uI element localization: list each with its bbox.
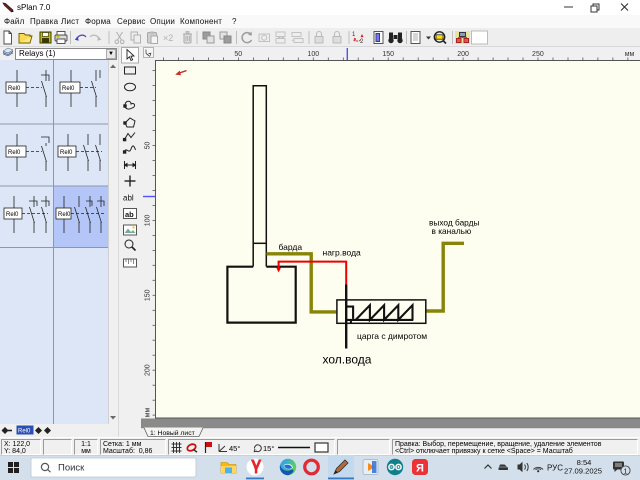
svg-text:Rel0: Rel0 xyxy=(8,150,21,156)
svg-text:1: Новый лист: 1: Новый лист xyxy=(150,429,195,437)
svg-text:250: 250 xyxy=(532,51,544,58)
svg-text:150: 150 xyxy=(382,51,394,58)
svg-text:барда: барда xyxy=(279,242,303,252)
svg-text:abl: abl xyxy=(123,194,134,203)
svg-text:в каналью: в каналью xyxy=(432,226,472,236)
svg-text:Я: Я xyxy=(416,463,424,475)
svg-text:×2: ×2 xyxy=(163,33,173,43)
svg-text:1: 1 xyxy=(623,466,627,475)
svg-text:ab: ab xyxy=(125,210,134,219)
svg-text:мм: мм xyxy=(145,408,152,418)
svg-text:50: 50 xyxy=(145,142,152,150)
svg-text:РУС: РУС xyxy=(547,463,563,472)
svg-text:200: 200 xyxy=(145,364,152,376)
svg-text:Rel0: Rel0 xyxy=(58,212,71,218)
svg-text:Rel0: Rel0 xyxy=(6,212,19,218)
svg-text:100: 100 xyxy=(307,51,319,58)
svg-text:Rel0: Rel0 xyxy=(60,150,73,156)
svg-text:150: 150 xyxy=(145,289,152,301)
svg-text:Rel0: Rel0 xyxy=(18,429,31,435)
svg-text:нагр.вода: нагр.вода xyxy=(323,247,362,257)
svg-text:Поиск: Поиск xyxy=(58,463,85,474)
svg-text:45°: 45° xyxy=(229,444,240,453)
svg-text:50: 50 xyxy=(234,51,242,58)
svg-text:Rel0: Rel0 xyxy=(8,86,21,92)
svg-text:царга с димротом: царга с димротом xyxy=(357,331,427,341)
svg-text:хол.вода: хол.вода xyxy=(323,353,372,367)
svg-text:27.09.2025: 27.09.2025 xyxy=(564,466,602,475)
svg-text:Rel0: Rel0 xyxy=(62,86,75,92)
svg-text:1: 1 xyxy=(352,32,356,38)
svg-text:мм: мм xyxy=(625,51,635,58)
svg-text:200: 200 xyxy=(457,51,469,58)
svg-text:100: 100 xyxy=(145,214,152,226)
svg-text:15°: 15° xyxy=(263,444,274,453)
